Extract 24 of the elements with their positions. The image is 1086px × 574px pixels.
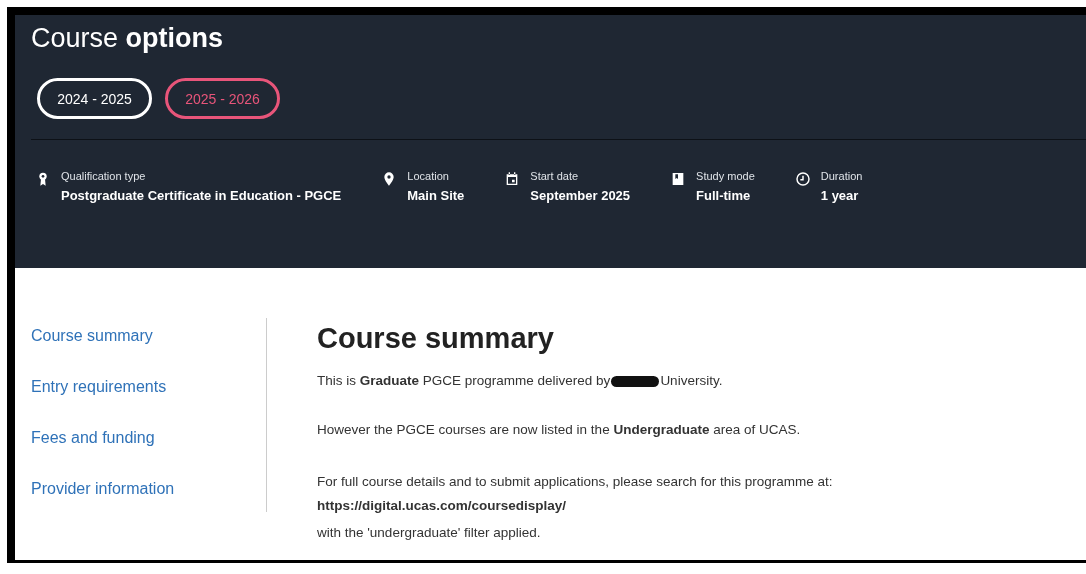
detail-label: Qualification type [61,170,147,182]
paragraph-text: However the PGCE courses are now listed in the Undergraduate area of UCAS. [317,421,802,439]
detail-label: Study mode [696,170,755,182]
intro-text: University. [660,373,723,388]
detail-label: Duration [820,170,863,182]
detail-value: Postgraduate Certificate in Education - PGCE [61,188,342,203]
redaction-mark [611,375,660,387]
intro-text: This is Graduate PGCE programme delivered by [317,373,611,388]
sidebar-link[interactable]: Provider information [31,479,175,499]
detail-value: Full-time [696,188,752,203]
year-tab[interactable]: 2024 - 2025 [37,78,152,119]
paragraph-text: with the 'undergraduate' filter applied. [317,524,542,542]
sidebar-link[interactable]: Entry requirements [31,377,167,397]
detail-value: 1 year [820,188,860,203]
sidebar-link[interactable]: Course summary [31,326,153,346]
detail-value: Main Site [407,188,465,203]
detail-label: Start date [530,170,580,182]
sidebar-link[interactable]: Fees and funding [31,428,155,448]
page-title: Course options [31,23,225,53]
year-tab[interactable]: 2025 - 2026 [165,78,280,119]
clock-icon [794,170,811,188]
detail-value: September 2025 [530,188,631,203]
section-heading: Course summary [317,322,555,355]
detail-label: Location [407,170,450,182]
